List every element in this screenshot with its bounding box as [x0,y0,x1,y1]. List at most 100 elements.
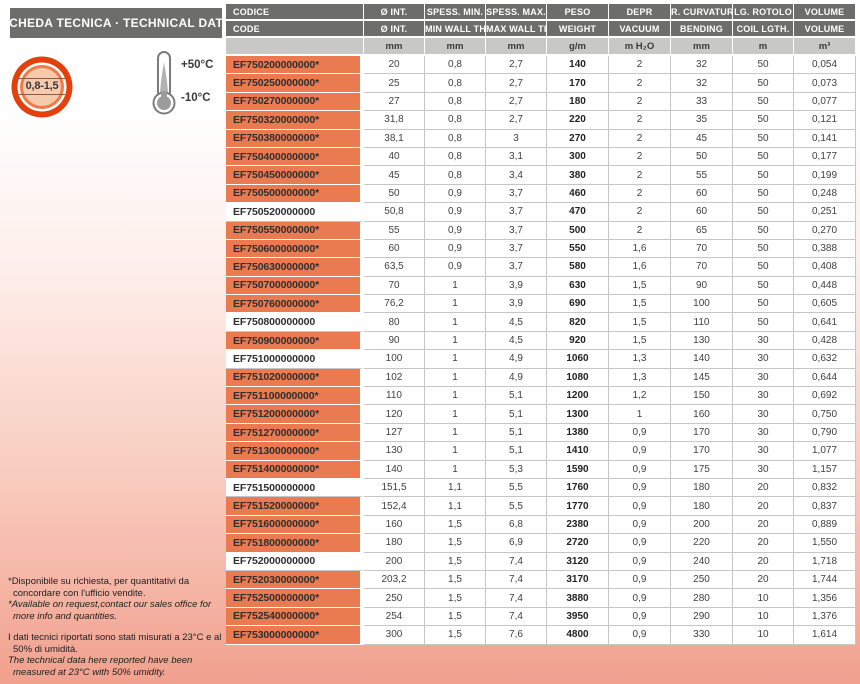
unit-cell-7: m [733,38,794,56]
cell-value: 2720 [547,534,609,552]
cell-value: 65 [671,222,733,240]
header-en-5: VACUUM [609,21,671,38]
cell-value: 25 [364,74,425,92]
cell-value: 1 [425,461,486,479]
cell-value: 100 [364,350,425,368]
cell-value: 270 [547,130,609,148]
table-row: EF751520000000*152,41,15,517700,9180200,… [226,497,856,515]
cell-value: 5,3 [486,461,547,479]
cell-value: 0,8 [425,93,486,111]
table-row: EF750900000000*9014,59201,5130300,428 [226,332,856,350]
cell-value: 2,7 [486,111,547,129]
cell-value: 3,9 [486,277,547,295]
cell-value: 70 [671,258,733,276]
cell-value: 50 [364,185,425,203]
header-en-7: COIL LGTH. [733,21,794,38]
cell-value: 20 [733,553,794,571]
cell-value: 1760 [547,479,609,497]
cell-code: EF751000000000 [226,350,364,368]
cell-value: 1200 [547,387,609,405]
unit-cell-5: m H₂O [609,38,671,56]
cell-value: 50 [733,313,794,331]
cell-value: 3,9 [486,295,547,313]
cell-code: EF751600000000* [226,516,364,534]
cell-value: 160 [364,516,425,534]
cell-value: 0,8 [425,166,486,184]
cell-value: 180 [671,497,733,515]
header-it-8: VOLUME [794,4,856,21]
cell-value: 1,5 [425,608,486,626]
cell-code: EF752000000000 [226,553,364,571]
cell-value: 1,5 [425,589,486,607]
cell-value: 220 [547,111,609,129]
header-it-4: PESO [547,4,609,21]
table-row: EF750550000000*550,93,7500265500,270 [226,222,856,240]
cell-value: 0,9 [609,497,671,515]
cell-value: 1 [425,313,486,331]
table-row: EF75052000000050,80,93,7470260500,251 [226,203,856,221]
cell-value: 102 [364,369,425,387]
cell-value: 4,5 [486,313,547,331]
cell-value: 30 [733,442,794,460]
table-row: EF750760000000*76,213,96901,5100500,605 [226,295,856,313]
cell-value: 50 [733,56,794,74]
cell-value: 45 [364,166,425,184]
cell-code: EF750800000000 [226,313,364,331]
cell-value: 1,5 [425,626,486,644]
cell-code: EF750550000000* [226,222,364,240]
table-row: EF752030000000*203,21,57,431700,9250201,… [226,571,856,589]
cell-value: 5,1 [486,387,547,405]
cell-value: 250 [364,589,425,607]
page-title: SCHEDA TECNICA · TECHNICAL DATA [10,8,222,38]
cell-value: 0,9 [609,571,671,589]
cell-value: 50 [733,203,794,221]
cell-value: 20 [733,516,794,534]
cell-value: 1380 [547,424,609,442]
cell-value: 6,8 [486,516,547,534]
cell-value: 60 [671,185,733,203]
cell-value: 0,077 [794,93,856,111]
footnote-en-request: *Available on request,contact our sales … [8,599,224,622]
cell-value: 0,8 [425,56,486,74]
table-row: EF7520000000002001,57,431200,9240201,718 [226,553,856,571]
cell-code: EF750500000000* [226,185,364,203]
cell-value: 150 [671,387,733,405]
cell-value: 5,1 [486,424,547,442]
table-row: EF750450000000*450,83,4380255500,199 [226,166,856,184]
cell-value: 50 [733,93,794,111]
cell-code: EF750250000000* [226,74,364,92]
cell-value: 0,270 [794,222,856,240]
cell-value: 1590 [547,461,609,479]
table-row: EF751800000000*1801,56,927200,9220201,55… [226,534,856,552]
cell-value: 470 [547,203,609,221]
technical-data-table: CODICEØ INT.SPESS. MIN.SPESS. MAX.PESODE… [226,4,856,645]
cell-value: 55 [364,222,425,240]
cell-value: 7,6 [486,626,547,644]
cell-value: 1,744 [794,571,856,589]
cell-value: 127 [364,424,425,442]
cell-value: 5,5 [486,497,547,515]
cell-value: 33 [671,93,733,111]
cell-value: 55 [671,166,733,184]
cell-value: 1 [425,369,486,387]
cell-value: 20 [733,534,794,552]
header-it-1: Ø INT. [364,4,425,21]
cell-value: 0,141 [794,130,856,148]
cell-value: 5,5 [486,479,547,497]
table-row: EF750700000000*7013,96301,590500,448 [226,277,856,295]
cell-value: 1 [425,387,486,405]
cell-value: 35 [671,111,733,129]
cell-value: 2 [609,74,671,92]
cell-value: 0,199 [794,166,856,184]
cell-value: 10 [733,608,794,626]
cell-value: 27 [364,93,425,111]
cell-value: 3,7 [486,222,547,240]
cell-value: 2 [609,93,671,111]
cell-value: 30 [733,350,794,368]
cell-value: 3,7 [486,185,547,203]
table-row: EF750500000000*500,93,7460260500,248 [226,185,856,203]
cell-value: 220 [671,534,733,552]
cell-value: 0,9 [609,461,671,479]
cell-value: 140 [671,350,733,368]
cell-value: 0,448 [794,277,856,295]
